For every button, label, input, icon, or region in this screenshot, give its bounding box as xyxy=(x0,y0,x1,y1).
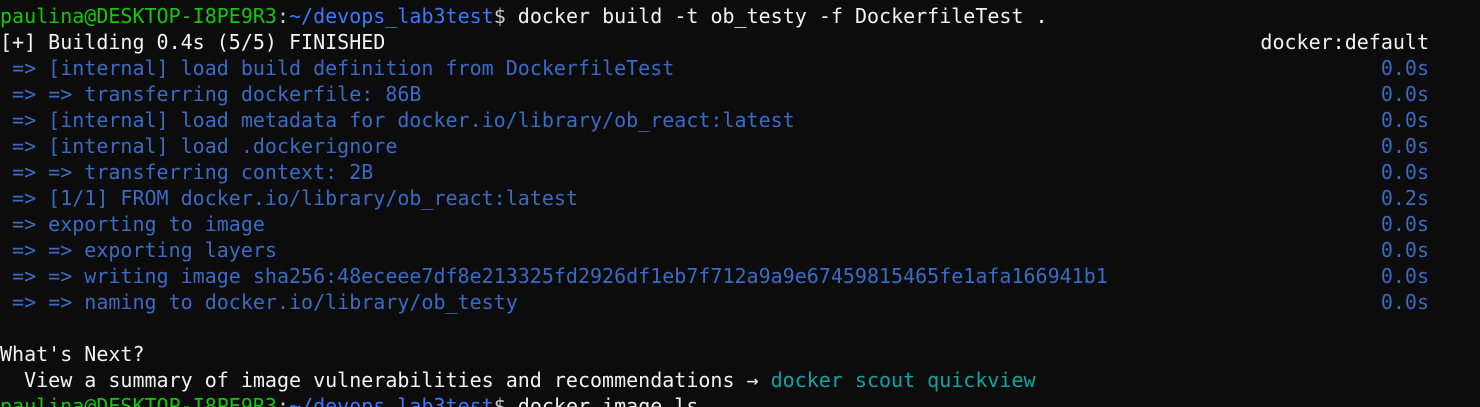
build-step-time: 0.0s xyxy=(1380,108,1429,132)
hint-text: View a summary of image vulnerabilities … xyxy=(0,368,771,392)
build-step-text: => => transferring dockerfile: 86B xyxy=(0,82,422,106)
build-step-time: 0.0s xyxy=(1380,134,1429,158)
build-step-time: 0.0s xyxy=(1380,56,1429,80)
prompt-dollar: $ xyxy=(493,394,506,407)
prompt-path: ~/devops_lab3test xyxy=(289,4,494,28)
build-step-text: => [internal] load build definition from… xyxy=(0,56,675,80)
build-status-line: [+] Building 0.4s (5/5) FINISHED xyxy=(0,30,386,54)
terminal-window[interactable]: paulina@DESKTOP-I8PE9R3:~/devops_lab3tes… xyxy=(0,0,1480,407)
prompt-user-host: paulina@DESKTOP-I8PE9R3 xyxy=(0,394,277,407)
build-step-time: 0.2s xyxy=(1380,186,1429,210)
prompt-colon: : xyxy=(276,4,289,28)
builder-context: docker:default xyxy=(1260,30,1429,54)
typed-command: docker build -t ob_testy -f DockerfileTe… xyxy=(505,4,1048,28)
scout-quickview-command: docker scout quickview xyxy=(770,368,1036,392)
build-step-text: => [internal] load metadata for docker.i… xyxy=(0,108,795,132)
build-step-text: => [1/1] FROM docker.io/library/ob_react… xyxy=(0,186,578,210)
prompt-path: ~/devops_lab3test xyxy=(289,394,494,407)
build-step-time: 0.0s xyxy=(1380,160,1429,184)
build-step-time: 0.0s xyxy=(1380,238,1429,262)
build-step-text: => => writing image sha256:48eceee7df8e2… xyxy=(0,264,1108,288)
build-step-text: => => exporting layers xyxy=(0,238,277,262)
build-step-text: => => transferring context: 2B xyxy=(0,160,374,184)
prompt-colon: : xyxy=(276,394,289,407)
build-step-text: => [internal] load .dockerignore xyxy=(0,134,398,158)
build-step-time: 0.0s xyxy=(1380,212,1429,236)
prompt-user-host: paulina@DESKTOP-I8PE9R3 xyxy=(0,4,277,28)
build-step-time: 0.0s xyxy=(1380,290,1429,314)
command-prompt-line: paulina@DESKTOP-I8PE9R3:~/devops_lab3tes… xyxy=(0,3,1048,29)
build-step-time: 0.0s xyxy=(1380,264,1429,288)
build-step-text: => exporting to image xyxy=(0,212,265,236)
build-step-text: => => naming to docker.io/library/ob_tes… xyxy=(0,290,518,314)
whats-next-heading: What's Next? xyxy=(0,342,145,366)
build-step-time: 0.0s xyxy=(1380,82,1429,106)
next-prompt-line: paulina@DESKTOP-I8PE9R3:~/devops_lab3tes… xyxy=(0,393,698,407)
prompt-dollar: $ xyxy=(493,4,506,28)
whats-next-hint: View a summary of image vulnerabilities … xyxy=(0,367,1036,393)
typed-command: docker image ls xyxy=(505,394,699,407)
